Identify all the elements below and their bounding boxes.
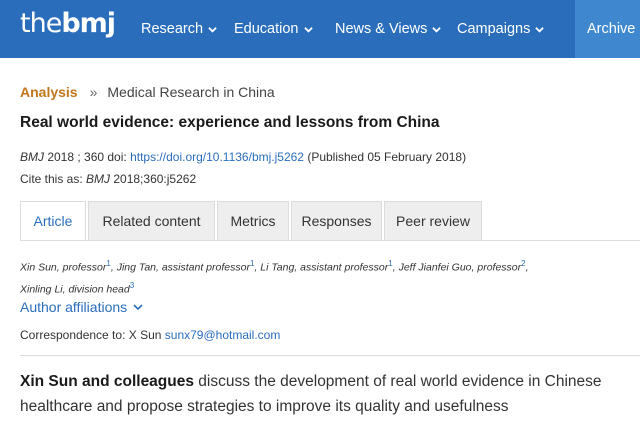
tabs-underline (20, 240, 640, 241)
author-affiliation-ref[interactable]: 1 (250, 259, 254, 268)
author-affiliations-toggle[interactable]: Author affiliations (20, 299, 143, 315)
breadcrumb-section[interactable]: Analysis (20, 84, 78, 100)
article-meta: BMJ 2018 ; 360 doi: https://doi.org/10.1… (20, 150, 466, 164)
author-affiliation-ref[interactable]: 3 (130, 281, 134, 290)
logo-the: the (20, 8, 62, 39)
nav-archive[interactable]: Archive (575, 0, 640, 58)
tab-metrics[interactable]: Metrics (217, 201, 289, 241)
nav-education-label: Education (234, 21, 299, 37)
chevron-down-icon (432, 26, 442, 33)
site-header: the bmj Research Education News & Views C… (0, 0, 640, 58)
chevron-down-icon (535, 26, 545, 33)
correspondence: Correspondence to: X Sun sunx79@hotmail.… (20, 328, 280, 342)
chevron-down-icon (133, 304, 143, 311)
tab-article[interactable]: Article (20, 201, 86, 241)
chevron-down-icon (208, 26, 217, 33)
citation: Cite this as: BMJ 2018;360:j5262 (20, 172, 196, 186)
breadcrumb-topic[interactable]: Medical Research in China (107, 84, 274, 100)
nav-research-label: Research (141, 21, 204, 37)
chevron-down-icon (303, 26, 313, 33)
cite-journal: BMJ (86, 172, 111, 186)
logo-bmj: bmj (61, 8, 116, 39)
standfirst: Xin Sun and colleagues discuss the devel… (20, 369, 630, 419)
doi-link[interactable]: https://doi.org/10.1136/bmj.j5262 (130, 150, 304, 164)
nav-news-label: News & Views (335, 21, 428, 37)
nav-news-views[interactable]: News & Views (335, 0, 442, 58)
author-affiliation-ref[interactable]: 1 (388, 259, 392, 268)
published-date: (Published 05 February 2018) (303, 150, 467, 164)
tab-responses[interactable]: Responses (291, 201, 382, 241)
bmj-logo[interactable]: the bmj (20, 8, 116, 48)
author-affiliation-ref[interactable]: 1 (106, 259, 110, 268)
cite-prefix: Cite this as: (20, 172, 87, 186)
author-affiliation-ref[interactable]: 2 (521, 259, 525, 268)
author-name[interactable]: Jeff Jianfei Guo, professor (399, 262, 522, 274)
tab-related-content[interactable]: Related content (88, 201, 215, 241)
author-name[interactable]: Jing Tan, assistant professor (117, 262, 250, 274)
tab-peer-review[interactable]: Peer review (384, 201, 482, 241)
breadcrumb-separator: » (89, 84, 98, 100)
section-divider (20, 355, 640, 356)
author-name[interactable]: Xin Sun, professor (20, 262, 106, 274)
year-volume: 2018 ; 360 doi: (44, 150, 131, 164)
nav-research[interactable]: Research (141, 0, 217, 58)
breadcrumb: Analysis » Medical Research in China (20, 84, 275, 100)
cite-ref: 2018;360:j5262 (110, 172, 197, 186)
correspondence-label: Correspondence to: X Sun (20, 328, 165, 342)
nav-campaigns[interactable]: Campaigns (457, 0, 545, 58)
author-name[interactable]: Li Tang, assistant professor (260, 262, 388, 274)
standfirst-lead: Xin Sun and colleagues (20, 373, 194, 390)
journal-name: BMJ (20, 150, 44, 164)
nav-education[interactable]: Education (234, 0, 313, 58)
article-title: Real world evidence: experience and less… (20, 114, 440, 131)
article-tabs: Article Related content Metrics Response… (20, 201, 484, 241)
correspondence-email[interactable]: sunx79@hotmail.com (165, 328, 281, 342)
affiliations-label: Author affiliations (20, 299, 128, 315)
author-name[interactable]: Xinling Li, division head (20, 283, 130, 295)
author-list: Xin Sun, professor1, Jing Tan, assistant… (20, 259, 529, 295)
nav-campaigns-label: Campaigns (457, 21, 531, 37)
